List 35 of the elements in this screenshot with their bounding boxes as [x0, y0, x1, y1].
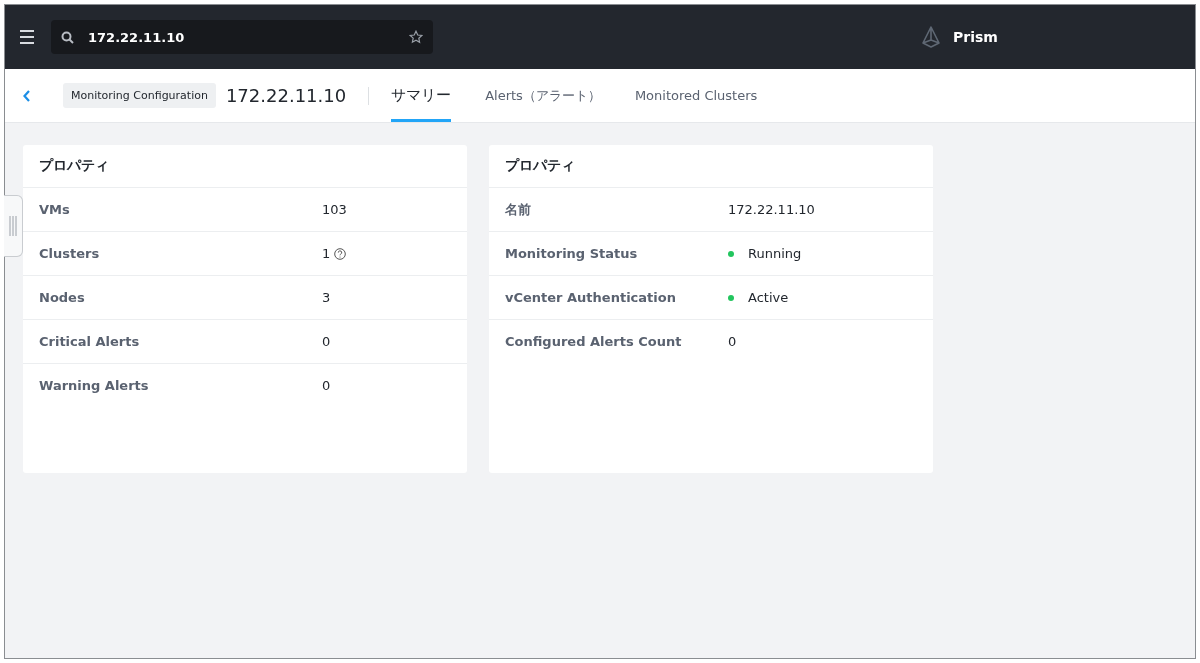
property-value: 172.22.11.10 [728, 202, 815, 217]
property-value: 0 [728, 334, 737, 349]
property-label: Nodes [39, 290, 86, 305]
breadcrumb-label: Monitoring Configuration [63, 83, 216, 108]
search-icon [61, 30, 74, 44]
property-label: VMs [39, 202, 71, 217]
property-label: Critical Alerts [39, 334, 141, 349]
search-field[interactable]: 172.22.11.10 [51, 20, 433, 54]
card-title: プロパティ [23, 145, 467, 188]
property-value: 1 [322, 246, 331, 261]
property-value: Active [748, 290, 789, 305]
tab[interactable]: Monitored Clusters [634, 69, 758, 122]
property-label: Configured Alerts Count [505, 334, 683, 349]
help-icon[interactable] [334, 247, 347, 260]
sidebar-handle[interactable] [4, 195, 23, 257]
search-input[interactable]: 172.22.11.10 [86, 28, 397, 46]
property-label: 名前 [505, 200, 532, 219]
menu-icon[interactable] [19, 29, 35, 45]
property-label: Warning Alerts [39, 378, 150, 393]
chevron-left-icon [23, 89, 31, 102]
property-value: 0 [322, 378, 331, 393]
tab[interactable]: サマリー [391, 69, 452, 122]
page-title: 172.22.11.10 [225, 85, 347, 106]
brand-name: Prism [953, 29, 998, 45]
property-label: Monitoring Status [505, 246, 639, 261]
card-title: プロパティ [489, 145, 933, 188]
star-icon[interactable] [409, 30, 423, 44]
pyramid-logo-icon [921, 26, 941, 48]
property-value: 103 [322, 202, 347, 217]
property-value: Running [748, 246, 802, 261]
property-value: 0 [322, 334, 331, 349]
property-label: vCenter Authentication [505, 290, 677, 305]
property-value: 3 [322, 290, 331, 305]
property-label: Clusters [39, 246, 101, 261]
tab[interactable]: Alerts（アラート） [485, 69, 601, 122]
